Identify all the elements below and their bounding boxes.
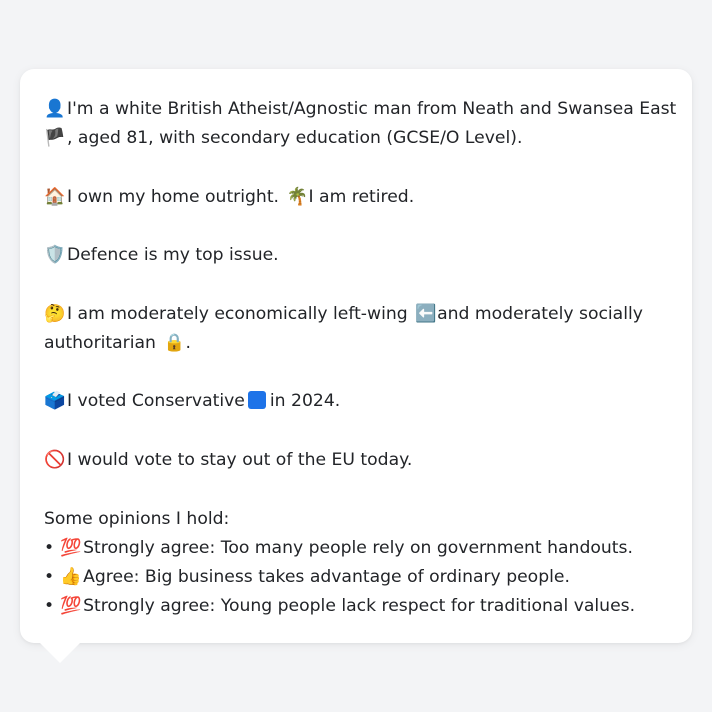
identity-line-1: 👤I'm a white British Atheist/Agnostic ma… <box>44 95 676 124</box>
age-education-text: , aged 81, with secondary education (GCS… <box>67 128 523 148</box>
opinion-text: Strongly agree: Young people lack respec… <box>83 595 636 616</box>
no-entry-icon: 🚫 <box>44 449 66 470</box>
identity-text: I'm a white British Atheist/Agnostic man… <box>67 99 677 119</box>
vote-line: 🗳️I voted Conservative in 2024. <box>44 387 668 416</box>
retired-text: I am retired. <box>308 186 415 207</box>
period-text: . <box>185 332 191 353</box>
home-text: I own my home outright. <box>67 186 280 207</box>
palm-tree-icon: 🌴 <box>286 186 308 207</box>
hundred-points-icon: 💯 <box>60 537 82 558</box>
list-item: • 💯Strongly agree: Too many people rely o… <box>44 534 668 563</box>
economic-text: I am moderately economically left-wing <box>67 303 408 324</box>
vote-year-text: in 2024. <box>269 391 341 412</box>
opinions-list: • 💯Strongly agree: Too many people rely o… <box>44 534 668 621</box>
eu-line: 🚫I would vote to stay out of the EU toda… <box>44 446 668 475</box>
shield-icon: 🛡️ <box>44 245 66 266</box>
authoritarian-text: authoritarian <box>44 332 156 353</box>
blue-square-icon <box>247 391 266 410</box>
list-item: • 👍Agree: Big business takes advantage of… <box>44 563 668 592</box>
lock-icon: 🔒 <box>163 332 185 353</box>
bullet-icon: • <box>44 537 55 558</box>
left-arrow-icon: ⬅️ <box>415 303 437 324</box>
chat-bubble-container: 👤I'm a white British Atheist/Agnostic ma… <box>20 69 692 663</box>
bubble-tail <box>40 643 80 663</box>
opinion-text: Agree: Big business takes advantage of o… <box>83 566 570 587</box>
list-item: • 💯Strongly agree: Young people lack resp… <box>44 592 668 621</box>
vote-text: I voted Conservative <box>67 391 245 412</box>
social-text: and moderately socially <box>437 303 643 324</box>
housing-line: 🏠I own my home outright. 🌴I am retired. <box>44 183 668 212</box>
eu-text: I would vote to stay out of the EU today… <box>67 449 413 470</box>
bullet-icon: • <box>44 566 55 587</box>
thinking-face-icon: 🤔 <box>44 303 66 324</box>
opinions-heading: Some opinions I hold: <box>44 508 230 529</box>
issue-line: 🛡️Defence is my top issue. <box>44 241 668 270</box>
ideology-line-2: authoritarian 🔒. <box>44 329 668 358</box>
wales-flag-icon: 🏴 <box>44 128 66 148</box>
opinion-text: Strongly agree: Too many people rely on … <box>83 537 633 558</box>
ballot-box-icon: 🗳️ <box>44 391 66 412</box>
hundred-points-icon: 💯 <box>60 595 82 616</box>
message-bubble: 👤I'm a white British Atheist/Agnostic ma… <box>20 69 692 663</box>
thumbs-up-icon: 👍 <box>60 566 82 587</box>
house-icon: 🏠 <box>44 186 66 207</box>
person-icon: 👤 <box>44 99 66 119</box>
identity-line-2: 🏴, aged 81, with secondary education (GC… <box>44 124 668 153</box>
ideology-line-1: 🤔I am moderately economically left-wing … <box>44 300 668 329</box>
top-issue-text: Defence is my top issue. <box>67 245 279 266</box>
bullet-icon: • <box>44 595 55 616</box>
